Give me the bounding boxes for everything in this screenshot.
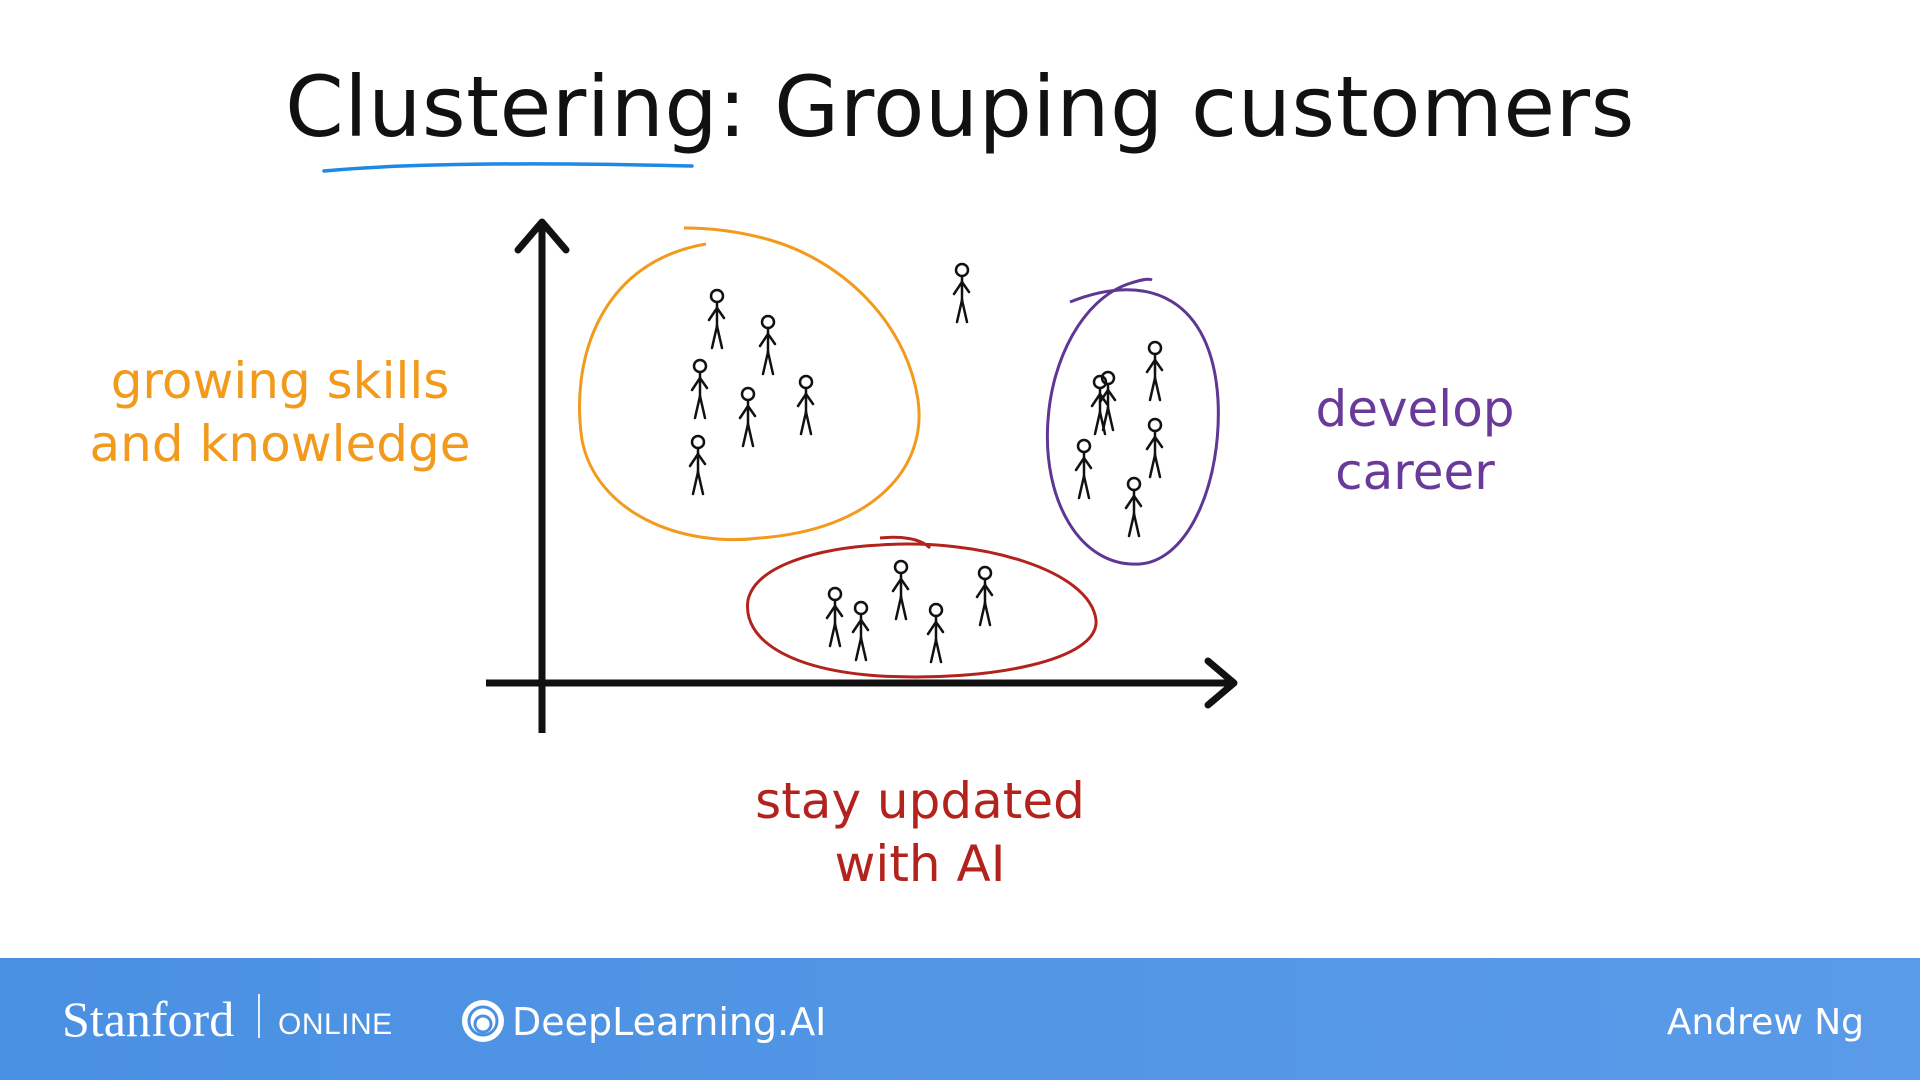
person-icon-outlier-1 (952, 262, 971, 324)
cluster-outline-orange (578, 226, 921, 542)
person-icon-orange-3 (690, 358, 709, 420)
cluster-label-purple: develop career (1315, 380, 1515, 501)
people-layer (688, 262, 1164, 664)
person-icon-purple-1 (1145, 340, 1164, 402)
cluster-outline-red (746, 535, 1098, 679)
person-icon-orange-1 (707, 288, 726, 350)
cluster-label-orange: growing skills and knowledge (89, 352, 471, 473)
person-icon-orange-4 (738, 386, 757, 448)
cluster-label-red: stay updated with AI (755, 772, 1085, 893)
person-icon-red-2 (851, 600, 870, 662)
footer-bar: Stanford ONLINE DeepLearning.AI Andrew N… (0, 958, 1920, 1080)
person-icon-red-4 (926, 602, 945, 664)
presenter-name: Andrew Ng (1666, 1002, 1864, 1043)
person-icon-purple-4 (1074, 438, 1093, 500)
person-icon-purple-3 (1145, 417, 1164, 479)
deeplearning-brand-text: DeepLearning.AI (512, 1000, 827, 1044)
person-icon-orange-2 (758, 314, 777, 376)
footer-divider (258, 994, 260, 1038)
person-icon-orange-5 (796, 374, 815, 436)
deeplearning-logo-icon (462, 1000, 504, 1042)
stanford-online-text: ONLINE (278, 1008, 393, 1041)
person-icon-red-1 (825, 586, 844, 648)
stanford-logo-text: Stanford (62, 991, 235, 1047)
title-underline (322, 162, 694, 173)
person-icon-purple-5 (1124, 476, 1143, 538)
person-icon-orange-6 (688, 434, 707, 496)
person-icon-red-3 (891, 559, 910, 621)
person-icon-red-5 (975, 565, 994, 627)
